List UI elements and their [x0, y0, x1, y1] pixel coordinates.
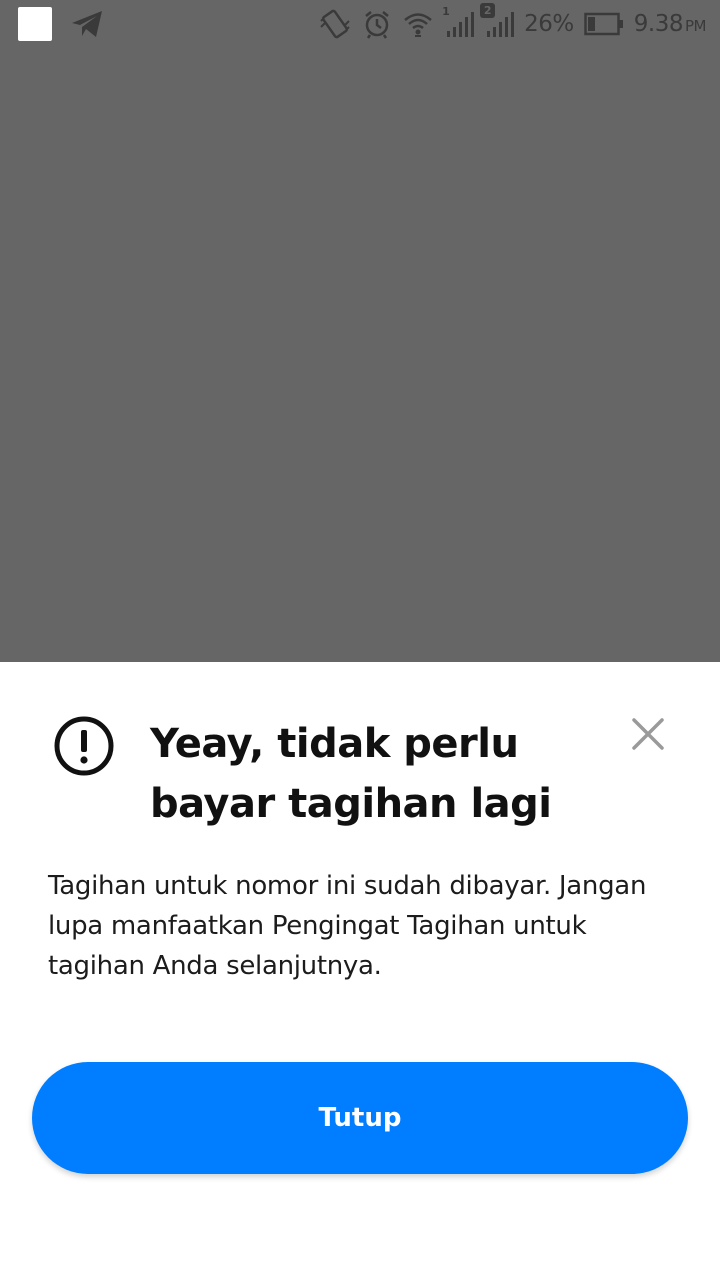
close-primary-button[interactable]: Tutup — [32, 1062, 688, 1174]
sheet-title: Yeay, tidak perlu bayar tagihan lagi — [150, 721, 552, 827]
status-right: 1 2 26% 9.38 PM — [318, 3, 707, 41]
notification-square-icon — [18, 7, 52, 41]
screen: 1 2 26% 9.38 PM Yeay, tidak perlu bayar … — [0, 0, 720, 1280]
close-button[interactable] — [626, 712, 670, 756]
battery-percent: 26% — [524, 11, 574, 37]
vibrate-icon — [318, 7, 352, 41]
sheet-message: Tagihan untuk nomor ini sudah dibayar. J… — [48, 871, 647, 981]
clock: 9.38 PM — [633, 11, 707, 37]
close-icon[interactable] — [630, 716, 666, 752]
telegram-icon — [70, 9, 104, 39]
status-left — [18, 7, 104, 41]
alarm-icon — [362, 9, 392, 39]
signal-sim2-icon: 2 — [480, 3, 515, 39]
alert-circle-icon — [53, 715, 115, 777]
sim1-label: 1 — [442, 5, 450, 18]
battery-icon — [584, 12, 624, 36]
clock-time: 9.38 — [633, 11, 684, 37]
clock-suffix: PM — [685, 17, 707, 35]
sim2-label: 2 — [480, 3, 496, 18]
wifi-icon — [402, 9, 434, 39]
status-bar: 1 2 26% 9.38 PM — [0, 0, 720, 48]
signal-sim1-icon: 1 — [442, 5, 475, 39]
